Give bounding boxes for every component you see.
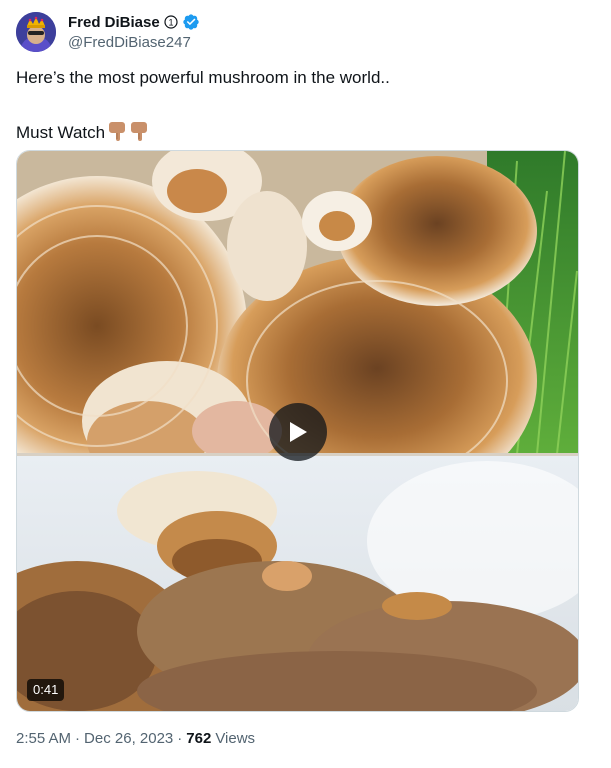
svg-text:1: 1 [168, 17, 173, 27]
tweet-meta: 2:55 AM · Dec 26, 2023 · 762 Views [16, 730, 255, 747]
subscriber-badge-icon: 1 [164, 15, 178, 29]
play-button[interactable] [269, 403, 327, 461]
backhand-index-pointing-down-icon [129, 120, 149, 142]
author-name-row: Fred DiBiase 1 [68, 13, 200, 31]
verified-badge-icon[interactable] [182, 13, 200, 31]
meta-separator: · [75, 730, 81, 747]
meta-separator: · [177, 730, 183, 747]
views-count: 762 [186, 730, 212, 747]
play-icon [290, 422, 307, 442]
video-duration-badge: 0:41 [27, 679, 65, 701]
backhand-index-pointing-down-icon [107, 120, 127, 142]
avatar[interactable] [16, 12, 56, 52]
crowned-avatar-icon [16, 12, 56, 52]
video-player[interactable]: 0:41 [16, 150, 579, 712]
tweet-date[interactable]: Dec 26, 2023 [84, 730, 173, 747]
tweet-text: Here’s the most powerful mushroom in the… [16, 66, 586, 145]
tweet-text-line-2: Must Watch [16, 120, 586, 145]
tweet: Fred DiBiase 1 @FredDiBiase247 Here’s th… [0, 0, 611, 768]
tweet-text-line-2-label: Must Watch [16, 123, 106, 142]
author-display-name[interactable]: Fred DiBiase [68, 14, 160, 31]
tweet-time[interactable]: 2:55 AM [16, 730, 71, 747]
tweet-text-line-1: Here’s the most powerful mushroom in the… [16, 68, 390, 87]
author-handle[interactable]: @FredDiBiase247 [68, 34, 191, 51]
views-label: Views [215, 730, 256, 747]
